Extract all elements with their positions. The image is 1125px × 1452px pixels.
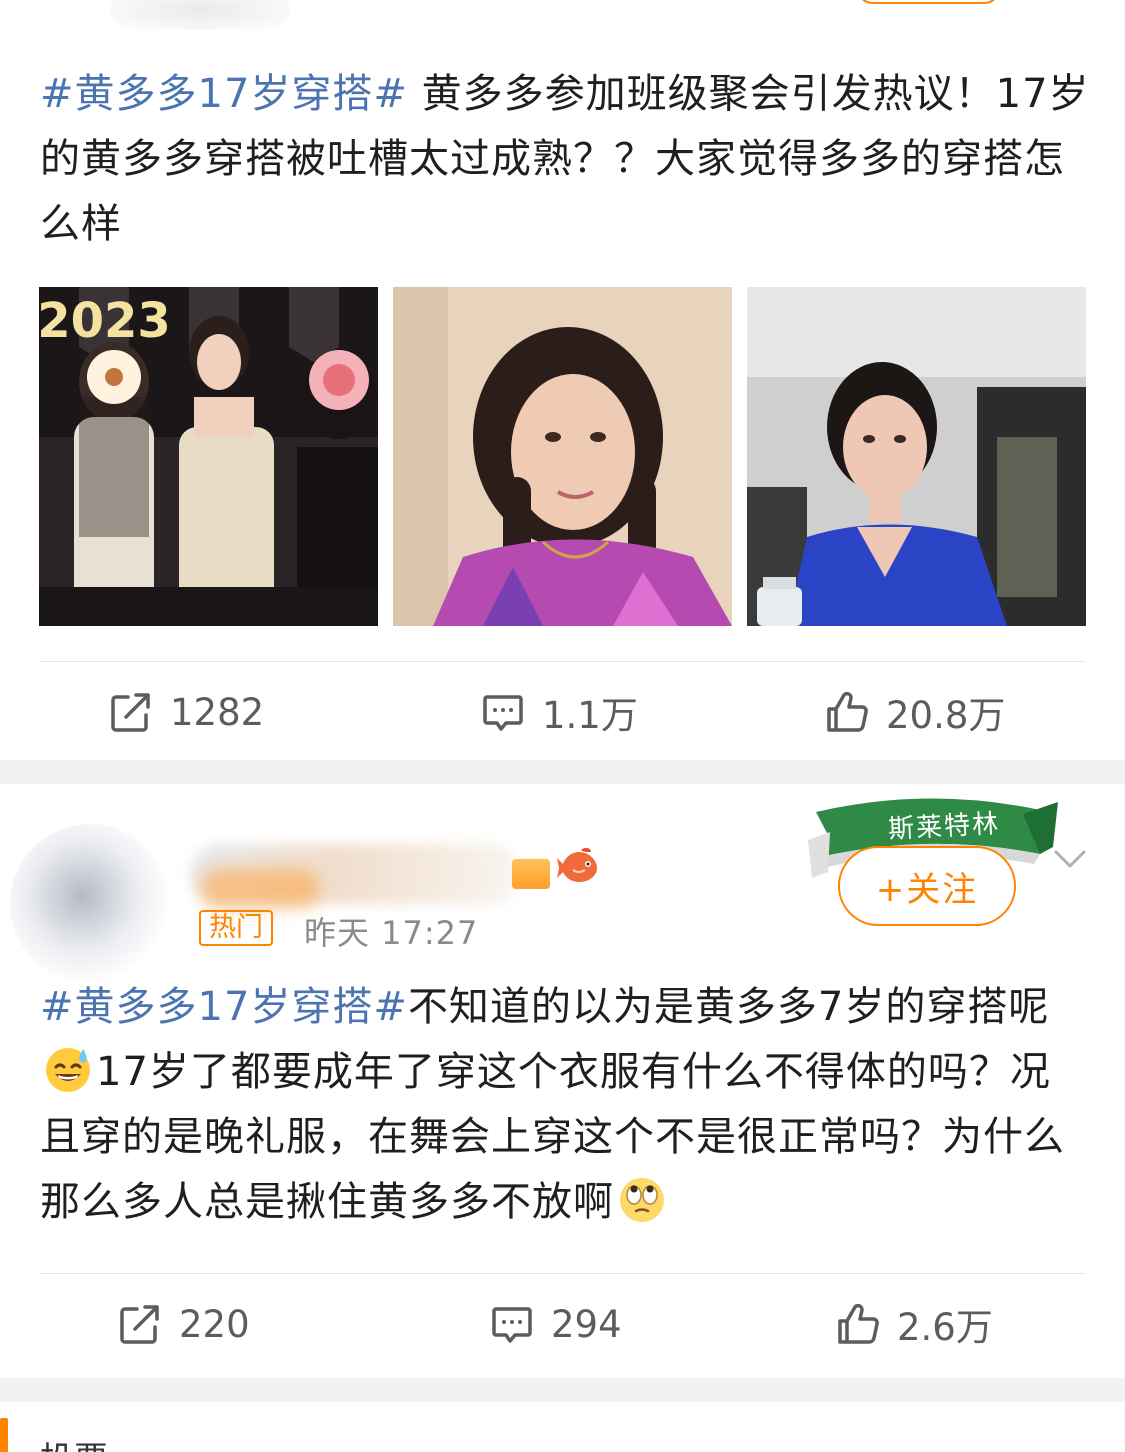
- like-icon: [827, 691, 868, 732]
- repost-button[interactable]: 220: [117, 1294, 250, 1354]
- banner-text: 斯莱特林: [887, 809, 1001, 845]
- action-bar: 220 294 2.6万: [0, 1294, 1125, 1354]
- koi-icon: [557, 847, 597, 882]
- comment-count: 294: [551, 1302, 622, 1346]
- like-button[interactable]: 2.6万: [835, 1294, 993, 1354]
- photo-thumbnail-1[interactable]: 2023: [39, 287, 378, 626]
- like-count: 2.6万: [897, 1306, 993, 1349]
- portrait-photo-blue: [747, 287, 1086, 626]
- like-button[interactable]: 20.8万: [824, 682, 1005, 742]
- photo-thumbnail-3[interactable]: [747, 287, 1086, 626]
- like-icon: [838, 1303, 879, 1344]
- post-separator: [0, 1378, 1125, 1402]
- post-separator: [0, 760, 1125, 784]
- action-bar: 1282 1.1万 20.8万: [0, 682, 1125, 742]
- section-accent-bar: [0, 1418, 8, 1452]
- portrait-photo-braids: [393, 287, 732, 626]
- repost-count: 220: [179, 1302, 250, 1346]
- comment-icon: [483, 695, 523, 731]
- comment-button[interactable]: 1.1万: [480, 682, 638, 742]
- weibo-post-1: #黄多多17岁穿搭# 黄多多参加班级聚会引发热议！17岁的黄多多穿搭被吐槽太过成…: [0, 0, 1125, 760]
- photo-grid: 2023: [39, 287, 1086, 626]
- level-badge: [512, 859, 550, 889]
- post-body-part1: 不知道的以为是黄多多7岁的穿搭呢: [407, 984, 1050, 1030]
- username-blurred-accent: [200, 868, 320, 908]
- divider: [39, 1273, 1086, 1274]
- comment-button[interactable]: 294: [489, 1294, 622, 1354]
- hashtag-link[interactable]: #黄多多17岁穿搭#: [40, 71, 408, 117]
- post-text: #黄多多17岁穿搭#不知道的以为是黄多多7岁的穿搭呢 17岁了都要成年了穿这个衣…: [40, 975, 1090, 1235]
- sweat-smile-emoji-icon: [46, 1048, 90, 1092]
- avatar[interactable]: [10, 824, 170, 984]
- cropped-follow-button[interactable]: [856, 0, 1001, 4]
- chevron-down-icon[interactable]: [1052, 840, 1088, 876]
- repost-icon: [120, 1305, 159, 1344]
- like-count: 20.8万: [886, 694, 1006, 737]
- comment-icon: [492, 1307, 532, 1343]
- vote-card: 投票: [0, 1402, 1125, 1452]
- post-body-part2: 17岁了都要成年了穿这个衣服有什么不得体的吗？况且穿的是晚礼服，在舞会上穿这个不…: [40, 1049, 1065, 1225]
- banner-2023-digit: 2023: [39, 293, 171, 349]
- eye-roll-emoji-icon: [620, 1178, 664, 1222]
- hashtag-link[interactable]: #黄多多17岁穿搭#: [40, 984, 408, 1030]
- comment-count: 1.1万: [542, 694, 638, 737]
- follow-button[interactable]: +关注: [838, 846, 1016, 926]
- repost-count: 1282: [170, 690, 265, 734]
- post-text: #黄多多17岁穿搭# 黄多多参加班级聚会引发热议！17岁的黄多多穿搭被吐槽太过成…: [40, 62, 1090, 257]
- photo-thumbnail-2[interactable]: [393, 287, 732, 626]
- divider: [39, 661, 1086, 662]
- weibo-post-2: 热门 昨天 17:27 斯莱特林 +关注 #黄多多17岁穿搭#不知道的以为是黄多…: [0, 784, 1125, 1378]
- cropped-avatar-blur: [110, 0, 290, 30]
- follow-area: 斯莱特林 +关注: [808, 792, 1058, 926]
- hot-badge: 热门: [199, 910, 273, 946]
- vote-title: 投票: [40, 1432, 108, 1452]
- post-timestamp: 昨天 17:27: [304, 914, 479, 952]
- repost-icon: [111, 693, 150, 732]
- party-photo: 2023: [39, 287, 378, 626]
- repost-button[interactable]: 1282: [108, 682, 264, 742]
